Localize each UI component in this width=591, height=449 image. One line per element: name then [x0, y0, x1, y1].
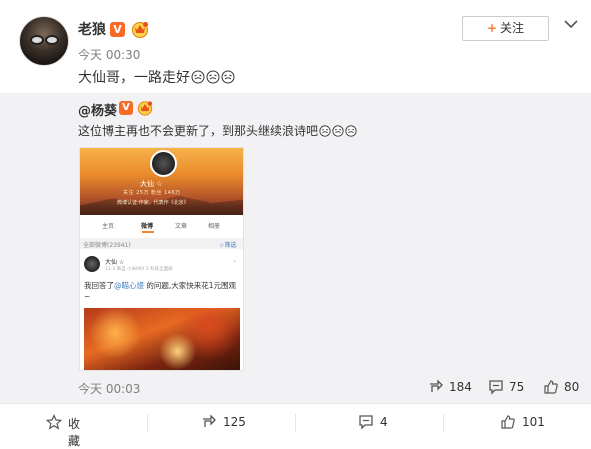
comment-count: 4	[380, 415, 388, 429]
weibo-card: 老狼 V 今天 00:30 + 关注 大仙哥，一路走好 @杨葵 V 这位博主再也不…	[0, 0, 591, 448]
profile-tabs: 主页 微博 文章 相册	[80, 215, 243, 233]
profile-stats: 关注 25万 粉丝 146万	[123, 190, 181, 196]
username-link[interactable]: 老狼	[78, 19, 106, 39]
attached-screenshot-image[interactable]: 大仙 ☆ 关注 25万 粉丝 146万 微博认证:作家，代表作《北京》 主页 微…	[79, 147, 244, 371]
autumn-leaves-photo	[84, 308, 240, 370]
post-text: 大仙哥，一路走好	[78, 67, 235, 87]
star-icon	[46, 414, 62, 430]
forward-icon	[430, 379, 443, 392]
tab-articles: 文章	[175, 223, 188, 230]
repost-forward-count: 184	[449, 380, 472, 394]
crying-emoji-icon	[332, 125, 344, 137]
profile-description: 微博认证:作家，代表作《北京》	[117, 200, 189, 206]
divider	[295, 414, 296, 432]
follow-label: 关注	[500, 21, 525, 35]
post-text-before: 我回答了	[84, 281, 114, 290]
profile-name: 大仙 ☆	[140, 180, 163, 188]
divider	[147, 414, 148, 432]
comment-icon	[359, 415, 373, 430]
crying-emoji-icon	[191, 70, 205, 84]
forward-count: 125	[223, 415, 246, 429]
follow-button[interactable]: + 关注	[462, 16, 549, 41]
vip-crown-icon	[137, 101, 153, 116]
verified-badge-icon: V	[119, 101, 133, 115]
tab-album: 相册	[208, 223, 221, 230]
filter-label: ☆筛选	[219, 242, 237, 249]
repost-timestamp[interactable]: 今天 00:03	[78, 380, 140, 397]
tab-weibo: 微博	[141, 223, 154, 230]
plus-icon: +	[486, 21, 498, 35]
repost-body: 这位博主再也不会更新了，到那头继续浪诗吧	[78, 124, 319, 138]
avatar-goggle-right	[45, 35, 59, 45]
comment-icon	[489, 380, 503, 395]
vip-crown-icon	[131, 21, 149, 38]
user-avatar[interactable]	[19, 16, 69, 66]
post-avatar	[84, 256, 100, 272]
forward-icon	[203, 414, 216, 427]
post-meta: 11-3 来自 小米MIX 3 科技全面屏	[105, 267, 173, 272]
post-author: 大仙 ☆	[105, 259, 125, 266]
repost-like-count: 80	[564, 380, 580, 394]
divider	[443, 414, 444, 432]
crying-emoji-icon	[221, 70, 235, 84]
repost-username-link[interactable]: @杨葵	[78, 100, 117, 119]
chevron-down-icon: ⌄	[232, 257, 238, 264]
tab-home: 主页	[102, 223, 115, 230]
post-body: 大仙哥，一路走好	[78, 70, 190, 86]
thumbs-up-icon	[544, 380, 558, 394]
avatar-goggle-left	[30, 35, 44, 45]
chevron-down-icon[interactable]	[563, 18, 579, 30]
weibo-count: 全部微博(23941)	[83, 242, 131, 249]
verified-badge-icon: V	[110, 22, 125, 37]
crying-emoji-icon	[206, 70, 220, 84]
crying-emoji-icon	[319, 125, 331, 137]
collect-label: 收藏	[68, 417, 81, 448]
crying-emoji-icon	[345, 125, 357, 137]
post-timestamp[interactable]: 今天 00:30	[78, 46, 140, 63]
repost-text: 这位博主再也不会更新了，到那头继续浪诗吧	[78, 122, 357, 139]
repost-comment-count: 75	[509, 380, 525, 394]
profile-avatar	[150, 150, 177, 177]
active-tab-indicator	[142, 231, 154, 233]
post-mention: @瞄心熳	[114, 281, 144, 290]
post-body-text: 我回答了@瞄心熳 的问题,大家快来花1元围观~	[84, 280, 242, 302]
like-count: 101	[522, 415, 545, 429]
thumbs-up-icon	[501, 415, 515, 429]
